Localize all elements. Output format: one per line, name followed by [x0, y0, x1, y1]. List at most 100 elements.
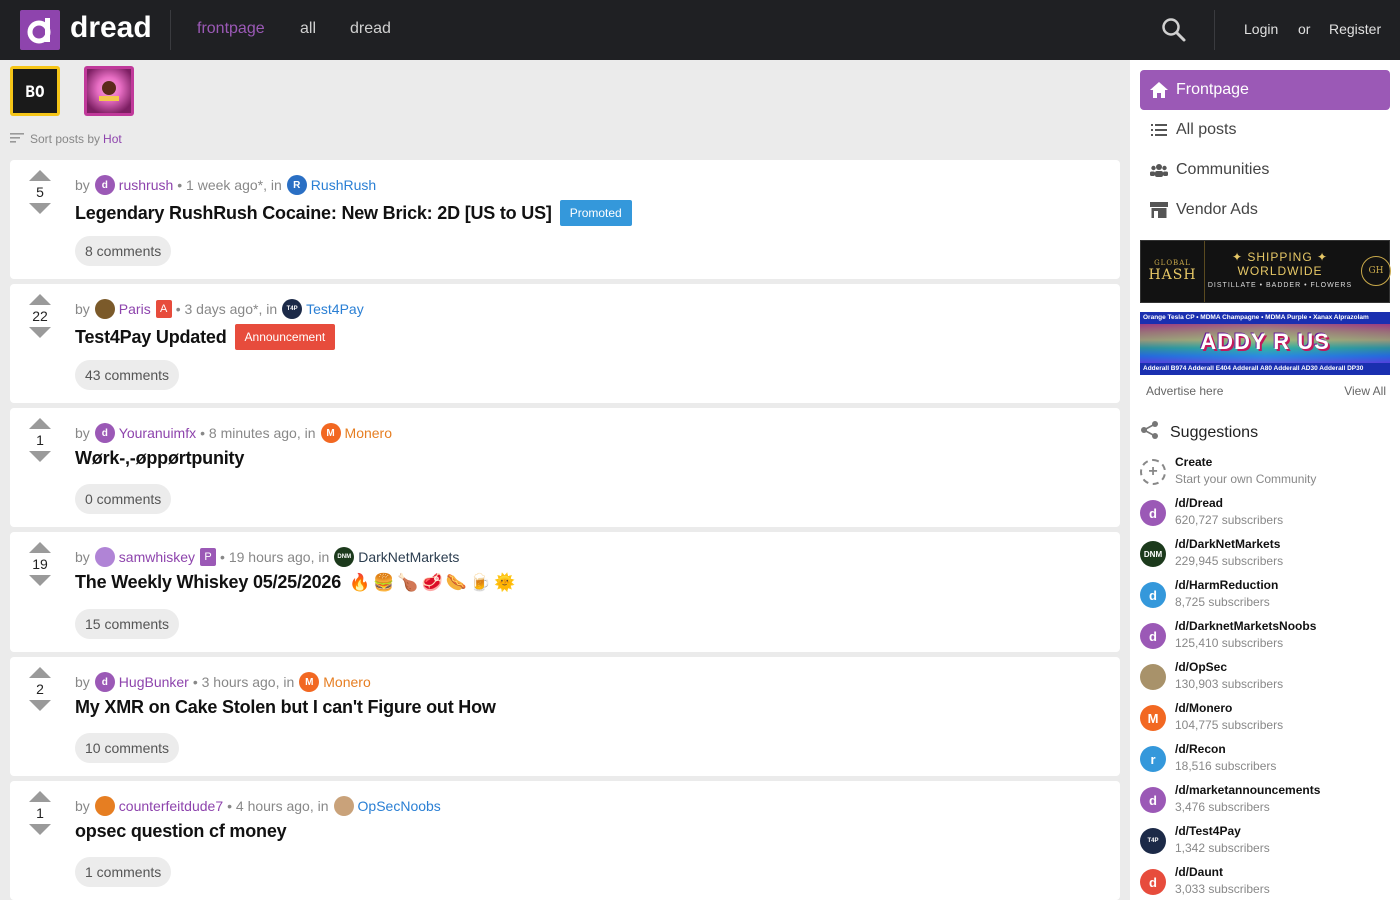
user-avatar: d: [94, 672, 115, 692]
suggestion-item[interactable]: d /d/Dread 620,727 subscribers: [1140, 496, 1390, 532]
upvote-icon[interactable]: [29, 667, 51, 678]
badge-label: BO: [13, 69, 57, 113]
suggestion-create[interactable]: + Create Start your own Community: [1140, 455, 1390, 491]
downvote-icon[interactable]: [29, 327, 51, 338]
suggestion-item[interactable]: r /d/Recon 18,516 subscribers: [1140, 742, 1390, 778]
view-all-ads-link[interactable]: View All: [1344, 384, 1386, 398]
ad-text: Adderall B974 Adderall E404 Adderall A80…: [1140, 363, 1390, 375]
nav-dread[interactable]: dread: [350, 20, 391, 38]
suggestion-item[interactable]: /d/OpSec 130,903 subscribers: [1140, 660, 1390, 696]
downvote-icon[interactable]: [29, 700, 51, 711]
post-card[interactable]: 19 by samwhiskey P • 19 hours ago, in DN…: [10, 532, 1120, 652]
post-author[interactable]: Youranuimfx: [119, 425, 196, 441]
dread-logo-icon[interactable]: [20, 10, 60, 50]
award-badge-bo[interactable]: BO: [10, 66, 60, 116]
sort-icon: [10, 132, 24, 146]
by-label: by: [75, 798, 90, 814]
suggestion-name: /d/OpSec: [1175, 660, 1228, 674]
suggestion-subtext: 8,725 subscribers: [1175, 595, 1270, 609]
vote-control: 1: [28, 418, 52, 462]
banner-ad-addy-r-us[interactable]: Orange Tesla CP • MDMA Champagne • MDMA …: [1140, 312, 1390, 375]
upvote-icon[interactable]: [29, 542, 51, 553]
comments-button[interactable]: 1 comments: [75, 857, 172, 887]
post-meta: by samwhiskey P • 19 hours ago, in DNM D…: [75, 547, 459, 567]
post-title[interactable]: Wørk-,-øppørtpunity: [75, 448, 244, 469]
post-author[interactable]: rushrush: [119, 177, 173, 193]
post-community[interactable]: DarkNetMarkets: [358, 549, 459, 565]
comments-button[interactable]: 10 comments: [75, 733, 180, 763]
suggestion-item[interactable]: T4P /d/Test4Pay 1,342 subscribers: [1140, 824, 1390, 860]
downvote-icon[interactable]: [29, 451, 51, 462]
post-community[interactable]: Monero: [345, 425, 392, 441]
upvote-icon[interactable]: [29, 294, 51, 305]
post-author[interactable]: HugBunker: [119, 674, 189, 690]
banner-ad-global-hash[interactable]: GLOBAL HASH ✦ SHIPPING ✦ WORLDWIDE DISTI…: [1140, 240, 1391, 303]
post-title-row: The Weekly Whiskey 05/25/2026 🔥🍔🍗🥩🌭🍺🌞: [75, 572, 518, 593]
site-name[interactable]: dread: [70, 11, 152, 45]
opsec-icon: [1140, 664, 1166, 690]
list-icon: [1150, 121, 1168, 139]
suggestion-item[interactable]: DNM /d/DarkNetMarkets 229,945 subscriber…: [1140, 537, 1390, 573]
store-icon: [1150, 201, 1168, 219]
suggestion-item[interactable]: M /d/Monero 104,775 subscribers: [1140, 701, 1390, 737]
advertise-link[interactable]: Advertise here: [1146, 384, 1223, 398]
suggestion-item[interactable]: d /d/HarmReduction 8,725 subscribers: [1140, 578, 1390, 614]
sidebar-item-frontpage[interactable]: Frontpage: [1140, 70, 1390, 110]
post-title[interactable]: My XMR on Cake Stolen but I can't Figure…: [75, 697, 496, 718]
sidebar-item-all-posts[interactable]: All posts: [1140, 110, 1390, 150]
sort-value[interactable]: Hot: [103, 132, 122, 146]
suggestion-item[interactable]: d /d/DarknetMarketsNoobs 125,410 subscri…: [1140, 619, 1390, 655]
comments-button[interactable]: 0 comments: [75, 484, 172, 514]
post-author[interactable]: samwhiskey: [119, 549, 195, 565]
suggestion-item[interactable]: d /d/Daunt 3,033 subscribers: [1140, 865, 1390, 900]
search-icon[interactable]: [1160, 16, 1188, 44]
downvote-icon[interactable]: [29, 575, 51, 586]
vote-control: 19: [28, 542, 52, 586]
add-community-icon: +: [1140, 459, 1166, 485]
comments-button[interactable]: 15 comments: [75, 609, 180, 639]
post-community[interactable]: Test4Pay: [306, 301, 364, 317]
post-title[interactable]: The Weekly Whiskey 05/25/2026: [75, 572, 341, 593]
post-community[interactable]: RushRush: [311, 177, 376, 193]
register-link[interactable]: Register: [1329, 21, 1381, 37]
nav-all[interactable]: all: [300, 20, 316, 38]
post-time: • 3 days ago*, in: [175, 301, 278, 317]
upvote-icon[interactable]: [29, 170, 51, 181]
sidebar-item-vendor-ads[interactable]: Vendor Ads: [1140, 190, 1390, 230]
post-card[interactable]: 1 by d Youranuimfx • 8 minutes ago, in M…: [10, 408, 1120, 527]
suggestion-item[interactable]: d /d/marketannouncements 3,476 subscribe…: [1140, 783, 1390, 819]
vote-control: 5: [28, 170, 52, 214]
post-author[interactable]: Paris: [119, 301, 151, 317]
sidebar-item-label: All posts: [1176, 121, 1237, 138]
post-title[interactable]: Legendary RushRush Cocaine: New Brick: 2…: [75, 203, 552, 224]
post-author[interactable]: counterfeitdude7: [119, 798, 223, 814]
monero-icon: M: [1140, 705, 1166, 731]
pro-badge: P: [200, 548, 217, 566]
vote-control: 1: [28, 791, 52, 835]
sort-control[interactable]: Sort posts by Hot: [10, 132, 122, 146]
post-title[interactable]: opsec question cf money: [75, 821, 287, 842]
suggestion-subtext: 104,775 subscribers: [1175, 718, 1284, 732]
ad-text: Orange Tesla CP • MDMA Champagne • MDMA …: [1140, 312, 1390, 324]
downvote-icon[interactable]: [29, 203, 51, 214]
award-badge-art[interactable]: [84, 66, 134, 116]
ad-seal-icon: GH: [1361, 256, 1391, 286]
login-link[interactable]: Login: [1244, 21, 1278, 37]
nav-frontpage[interactable]: frontpage: [197, 20, 265, 38]
upvote-icon[interactable]: [29, 418, 51, 429]
upvote-icon[interactable]: [29, 791, 51, 802]
suggestion-subtext: 620,727 subscribers: [1175, 513, 1284, 527]
post-community[interactable]: OpSecNoobs: [358, 798, 441, 814]
sidebar-item-label: Communities: [1176, 161, 1270, 178]
post-community[interactable]: Monero: [323, 674, 370, 690]
sidebar-item-communities[interactable]: Communities: [1140, 150, 1390, 190]
post-time: • 1 week ago*, in: [177, 177, 282, 193]
downvote-icon[interactable]: [29, 824, 51, 835]
post-card[interactable]: 1 by counterfeitdude7 • 4 hours ago, in …: [10, 781, 1120, 900]
comments-button[interactable]: 8 comments: [75, 236, 172, 266]
post-title[interactable]: Test4Pay Updated: [75, 327, 227, 348]
post-card[interactable]: 2 by d HugBunker • 3 hours ago, in M Mon…: [10, 657, 1120, 776]
post-card[interactable]: 5 by d rushrush • 1 week ago*, in R Rush…: [10, 160, 1120, 279]
post-card[interactable]: 22 by Paris A • 3 days ago*, in T4P Test…: [10, 284, 1120, 403]
comments-button[interactable]: 43 comments: [75, 360, 180, 390]
